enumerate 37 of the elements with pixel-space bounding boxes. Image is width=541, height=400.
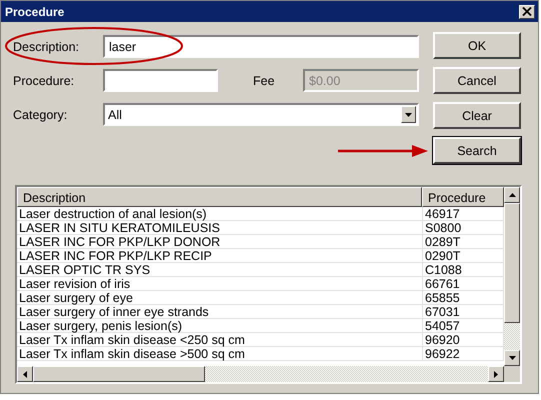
- column-header[interactable]: Description: [17, 187, 422, 207]
- table-cell: Laser Tx inflam skin disease >500 sq cm: [17, 347, 423, 360]
- dialog-button[interactable]: Cancel: [433, 67, 521, 94]
- table-cell: LASER OPTIC TR SYS: [17, 263, 423, 276]
- table-cell: Laser surgery, penis lesion(s): [17, 319, 423, 332]
- category-dropdown[interactable]: All: [103, 103, 419, 126]
- field-label: Fee: [253, 74, 276, 88]
- up-arrow-icon: [508, 193, 516, 197]
- column-header[interactable]: Procedure: [422, 187, 504, 207]
- close-button[interactable]: [519, 4, 535, 18]
- table-cell: Laser destruction of anal lesion(s): [17, 207, 423, 220]
- down-arrow-icon: [508, 356, 516, 360]
- left-arrow-icon: [23, 370, 27, 378]
- caret-icon: [405, 112, 412, 116]
- field-label: Category:: [13, 108, 68, 122]
- close-icon: [522, 7, 532, 16]
- table-cell: Laser surgery of inner eye strands: [17, 305, 423, 318]
- dialog-button[interactable]: OK: [433, 32, 521, 59]
- scroll-thumb[interactable]: [33, 366, 205, 382]
- table-cell: Laser Tx inflam skin disease <250 sq cm: [17, 333, 423, 346]
- description-field[interactable]: laser: [103, 35, 419, 58]
- dialog-button[interactable]: Clear: [433, 102, 521, 129]
- table-cell: LASER INC FOR PKP/LKP DONOR: [17, 235, 423, 248]
- field-label: Description:: [13, 40, 80, 54]
- vertical-scrollbar[interactable]: [504, 187, 520, 366]
- scrollbar-corner: [504, 366, 520, 382]
- scroll-thumb[interactable]: [504, 203, 520, 323]
- table-cell: LASER INC FOR PKP/LKP RECIP: [17, 249, 423, 262]
- table-cell: Laser surgery of eye: [17, 291, 423, 304]
- table-cell: LASER IN SITU KERATOMILEUSIS: [17, 221, 423, 234]
- procedure-field[interactable]: [103, 69, 218, 92]
- horizontal-scrollbar[interactable]: [17, 366, 520, 382]
- field-label: Procedure:: [13, 74, 76, 88]
- dialog-button[interactable]: Search: [433, 137, 521, 164]
- table-cell: Laser revision of iris: [17, 277, 423, 290]
- right-arrow-icon: [494, 370, 498, 378]
- window-title: Procedure: [5, 4, 64, 18]
